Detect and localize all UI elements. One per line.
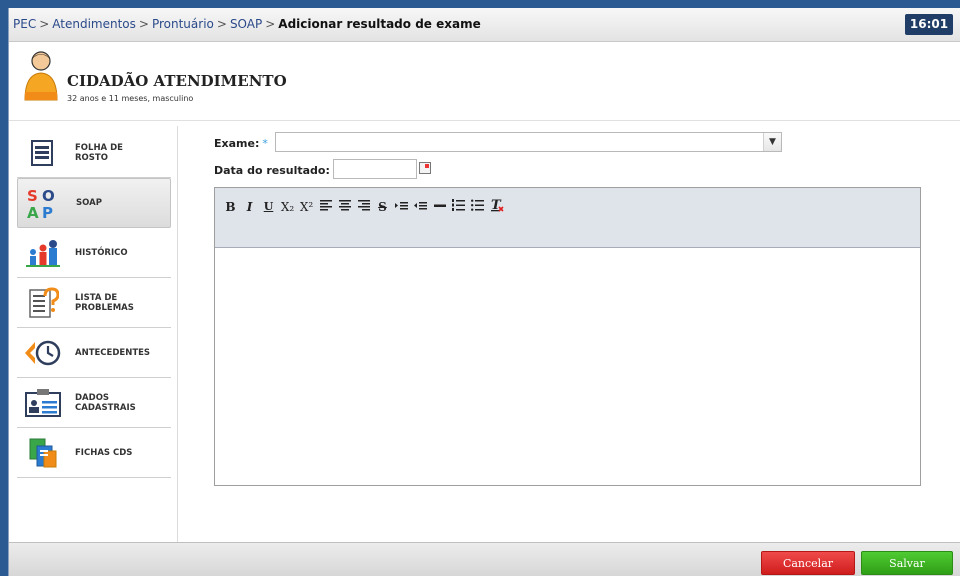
sidebar: FOLHA DE ROSTO SOAP SOAP HISTÓRICO LISTA … [17,128,171,478]
rich-text-editor: B I U X₂ X² S T [214,187,921,486]
sidebar-item-label: LISTA DE [75,292,118,303]
problem-list-icon [23,285,63,321]
main-window: PEC > Atendimentos > Prontuário > SOAP > Adicion… [8,8,960,576]
forms-icon [23,435,63,471]
save-button[interactable]: Salvar [861,551,953,575]
sidebar-item-dados-cadastrais[interactable]: DADOS CADASTRAIS [17,378,171,428]
chevron-down-icon[interactable]: ▼ [763,133,781,151]
patient-info: 32 anos e 11 meses, masculino [67,94,194,103]
id-card-icon [23,385,63,421]
breadcrumb-separator: > [39,17,50,31]
breadcrumb-separator: > [265,17,276,31]
breadcrumb-separator: > [138,17,149,31]
horizontal-rule-icon[interactable] [430,198,449,216]
sidebar-divider [177,126,178,542]
sidebar-item-folha-de-rosto[interactable]: FOLHA DE ROSTO [17,128,171,178]
breadcrumb-separator: > [216,17,227,31]
svg-text:A: A [27,204,39,220]
svg-text:O: O [42,187,55,205]
align-left-icon[interactable] [316,198,335,216]
sidebar-item-antecedentes[interactable]: ANTECEDENTES [17,328,171,378]
breadcrumb-atendimentos[interactable]: Atendimentos [52,17,136,31]
indent-icon[interactable] [392,198,411,216]
patient-avatar-icon [24,51,58,101]
italic-button[interactable]: I [240,198,259,216]
result-date-input[interactable] [333,159,417,179]
breadcrumb-pec[interactable]: PEC [13,17,36,31]
sidebar-item-label: ANTECEDENTES [75,347,151,358]
sidebar-item-label: ROSTO [75,152,108,163]
clock-badge: 16:01 [905,14,953,35]
cancel-button[interactable]: Cancelar [761,551,855,575]
clock-back-icon [23,335,63,371]
exam-label: Exame: * [214,137,268,150]
sidebar-item-label: FICHAS CDS [75,447,133,458]
history-people-icon [23,235,63,271]
required-mark: * [262,137,268,150]
breadcrumb: PEC > Atendimentos > Prontuário > SOAP > Adicion… [13,17,481,31]
date-label: Data do resultado: [214,164,330,177]
footer-bar: Cancelar Salvar [9,542,960,576]
bold-button[interactable]: B [221,198,240,216]
sidebar-item-label: FOLHA DE [75,142,123,153]
align-center-icon[interactable] [335,198,354,216]
clear-format-icon[interactable]: T [487,198,506,216]
sidebar-item-label: CADASTRAIS [75,402,136,413]
sidebar-item-fichas-cds[interactable]: FICHAS CDS [17,428,171,478]
underline-button[interactable]: U [259,198,278,216]
exam-label-text: Exame: [214,137,260,150]
top-bar: PEC > Atendimentos > Prontuário > SOAP > Adicion… [9,8,960,42]
bullet-list-icon[interactable] [468,198,487,216]
strikethrough-button[interactable]: S [373,198,392,216]
outdent-icon[interactable] [411,198,430,216]
editor-toolbar: B I U X₂ X² S T [215,188,920,248]
editor-text-area[interactable] [215,248,920,485]
exam-select[interactable]: ▼ [275,132,782,152]
app-frame: PEC > Atendimentos > Prontuário > SOAP > Adicion… [0,0,960,576]
svg-text:P: P [42,204,53,220]
header-divider [9,120,960,121]
sidebar-item-label: PROBLEMAS [75,302,134,313]
ordered-list-icon[interactable] [449,198,468,216]
breadcrumb-prontuario[interactable]: Prontuário [152,17,214,31]
patient-header: CIDADÃO ATENDIMENTO 32 anos e 11 meses, … [9,42,960,108]
align-right-icon[interactable] [354,198,373,216]
sidebar-item-label: SOAP [76,198,102,208]
breadcrumb-current: Adicionar resultado de exame [278,17,481,31]
patient-name: CIDADÃO ATENDIMENTO [67,72,287,90]
sidebar-item-historico[interactable]: HISTÓRICO [17,228,171,278]
calendar-icon[interactable] [419,162,431,174]
sidebar-item-lista-de-problemas[interactable]: LISTA DE PROBLEMAS [17,278,171,328]
breadcrumb-soap[interactable]: SOAP [230,17,262,31]
document-icon [23,135,63,171]
sidebar-item-soap[interactable]: SOAP SOAP [17,178,171,228]
svg-text:S: S [27,187,38,205]
sidebar-item-label: HISTÓRICO [75,247,128,258]
subscript-button[interactable]: X₂ [278,198,297,216]
soap-icon: SOAP [24,185,64,221]
sidebar-item-label: DADOS [75,392,110,403]
superscript-button[interactable]: X² [297,198,316,216]
